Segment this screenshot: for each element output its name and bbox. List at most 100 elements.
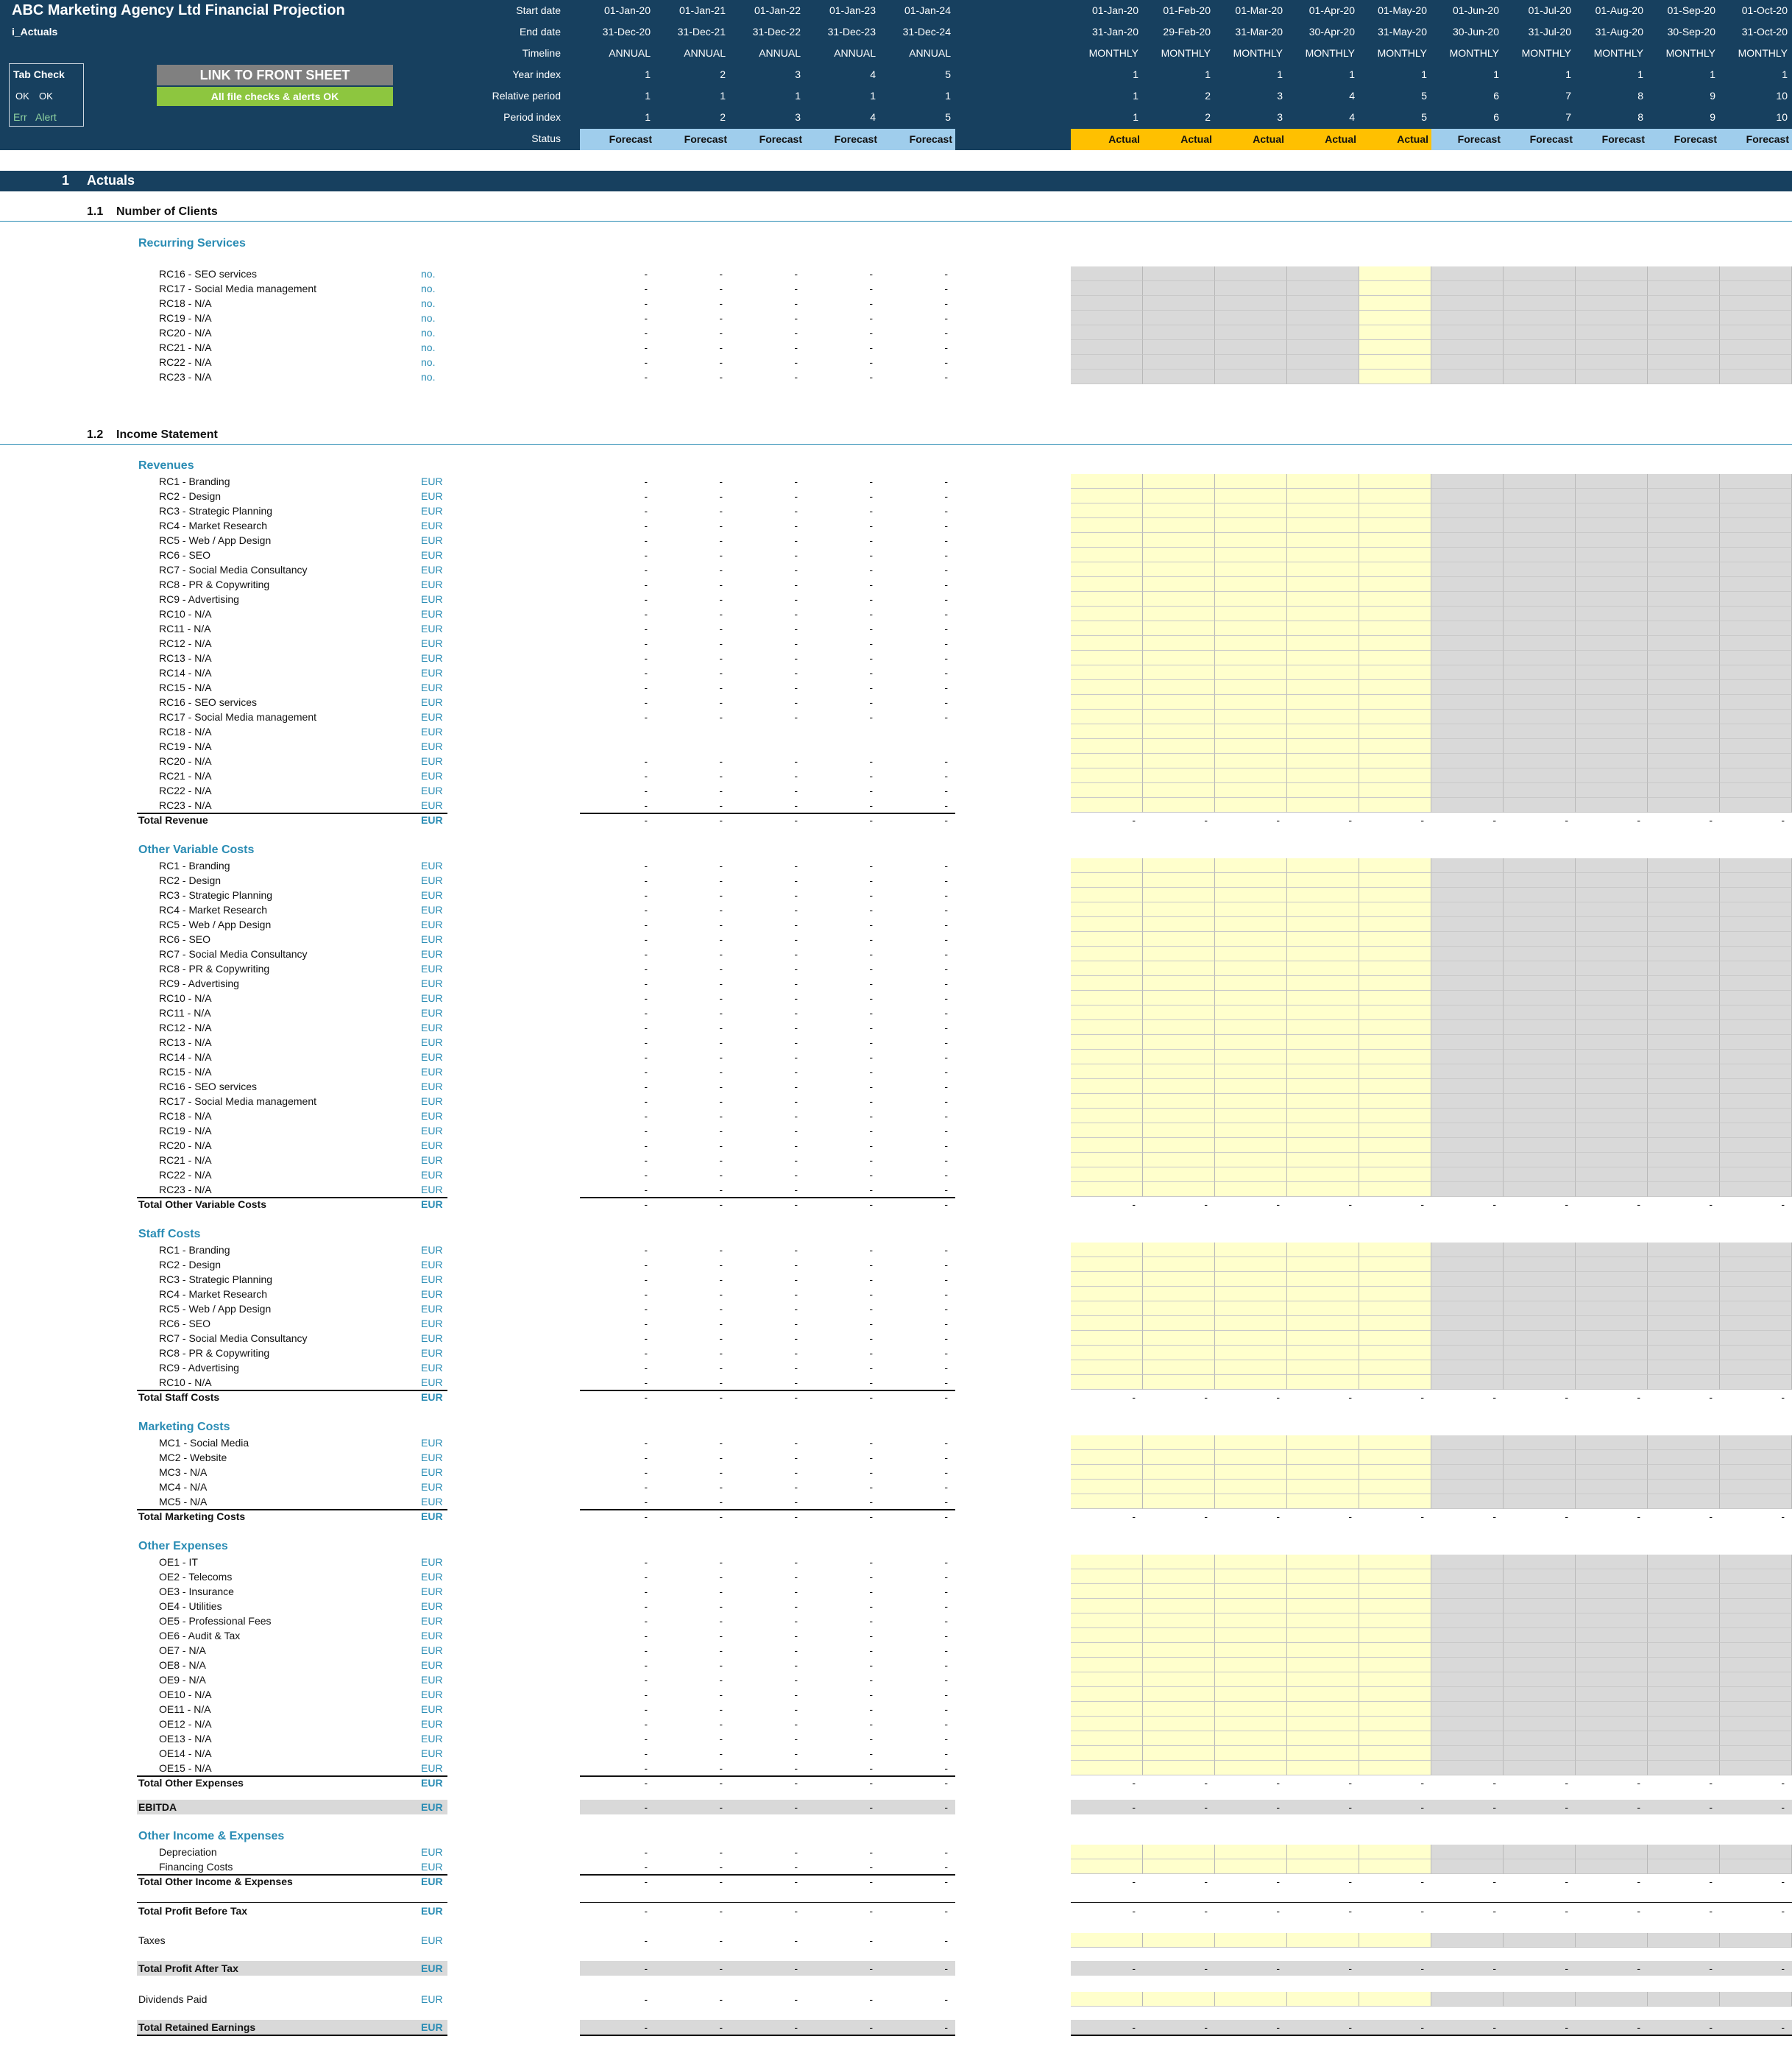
line-item-row-input-cell[interactable]	[1143, 873, 1215, 888]
line-item-row-input-cell[interactable]	[1359, 1243, 1431, 1257]
recurring-row-input-cell[interactable]	[1359, 311, 1431, 325]
line-item-row-input-cell[interactable]	[1143, 1569, 1215, 1584]
line-item-row-input-cell[interactable]	[1359, 474, 1431, 489]
line-item-row-input-cell[interactable]	[1576, 1123, 1648, 1138]
line-item-row-input-cell[interactable]	[1215, 1301, 1287, 1316]
line-item-row-input-cell[interactable]	[1215, 1153, 1287, 1167]
line-item-row-input-cell[interactable]	[1648, 577, 1720, 592]
line-item-row-input-cell[interactable]	[1287, 562, 1359, 577]
line-item-row-input-cell[interactable]	[1720, 548, 1792, 562]
line-item-row-input-cell[interactable]	[1143, 1731, 1215, 1746]
line-item-row-input-cell[interactable]	[1359, 888, 1431, 902]
line-item-row-input-cell[interactable]	[1648, 1584, 1720, 1599]
line-item-row-input-cell[interactable]	[1287, 1123, 1359, 1138]
line-item-row-input-cell[interactable]	[1071, 1628, 1143, 1643]
recurring-row-input-cell[interactable]	[1143, 340, 1215, 355]
line-item-row-input-cell[interactable]	[1215, 961, 1287, 976]
line-item-row-input-cell[interactable]	[1287, 1153, 1359, 1167]
line-item-row-input-cell[interactable]	[1720, 1672, 1792, 1687]
line-item-row-input-cell[interactable]	[1504, 1569, 1576, 1584]
line-item-row-input-cell[interactable]	[1359, 665, 1431, 680]
line-item-row-input-cell[interactable]	[1576, 1005, 1648, 1020]
line-item-row-input-cell[interactable]	[1576, 754, 1648, 768]
recurring-row-input-cell[interactable]	[1720, 325, 1792, 340]
line-item-row-input-cell[interactable]	[1071, 961, 1143, 976]
line-item-row-input-cell[interactable]	[1648, 1094, 1720, 1109]
other-ie-row-input-cell[interactable]	[1287, 1845, 1359, 1859]
line-item-row-input-cell[interactable]	[1648, 1035, 1720, 1050]
line-item-row-input-cell[interactable]	[1648, 518, 1720, 533]
line-item-row-input-cell[interactable]	[1071, 1614, 1143, 1628]
line-item-row-input-cell[interactable]	[1648, 1182, 1720, 1197]
line-item-row-input-cell[interactable]	[1143, 1050, 1215, 1064]
line-item-row-input-cell[interactable]	[1359, 858, 1431, 873]
line-item-row-input-cell[interactable]	[1215, 1584, 1287, 1599]
line-item-row-input-cell[interactable]	[1071, 607, 1143, 621]
line-item-row-input-cell[interactable]	[1648, 1375, 1720, 1390]
recurring-row-input-cell[interactable]	[1143, 296, 1215, 311]
line-item-row-input-cell[interactable]	[1143, 768, 1215, 783]
line-item-row-input-cell[interactable]	[1720, 1555, 1792, 1569]
line-item-row-input-cell[interactable]	[1720, 768, 1792, 783]
line-item-row-input-cell[interactable]	[1359, 783, 1431, 798]
recurring-row-input-cell[interactable]	[1215, 355, 1287, 370]
line-item-row-input-cell[interactable]	[1648, 680, 1720, 695]
line-item-row-input-cell[interactable]	[1431, 577, 1504, 592]
taxes-row-input-cell[interactable]	[1359, 1933, 1431, 1948]
line-item-row-input-cell[interactable]	[1431, 902, 1504, 917]
line-item-row-input-cell[interactable]	[1720, 680, 1792, 695]
line-item-row-input-cell[interactable]	[1215, 1435, 1287, 1450]
line-item-row-input-cell[interactable]	[1215, 798, 1287, 813]
line-item-row-input-cell[interactable]	[1576, 1182, 1648, 1197]
line-item-row-input-cell[interactable]	[1215, 1465, 1287, 1480]
line-item-row-input-cell[interactable]	[1215, 680, 1287, 695]
line-item-row-input-cell[interactable]	[1431, 1614, 1504, 1628]
line-item-row-input-cell[interactable]	[1648, 562, 1720, 577]
line-item-row-input-cell[interactable]	[1648, 1123, 1720, 1138]
line-item-row-input-cell[interactable]	[1504, 1465, 1576, 1480]
line-item-row-input-cell[interactable]	[1431, 607, 1504, 621]
line-item-row-input-cell[interactable]	[1143, 474, 1215, 489]
line-item-row-input-cell[interactable]	[1648, 1628, 1720, 1643]
line-item-row-input-cell[interactable]	[1287, 724, 1359, 739]
line-item-row-input-cell[interactable]	[1431, 1138, 1504, 1153]
line-item-row-input-cell[interactable]	[1359, 1584, 1431, 1599]
line-item-row-input-cell[interactable]	[1648, 1702, 1720, 1717]
line-item-row-input-cell[interactable]	[1648, 1109, 1720, 1123]
line-item-row-input-cell[interactable]	[1431, 858, 1504, 873]
taxes-row-input-cell[interactable]	[1720, 1933, 1792, 1948]
line-item-row-input-cell[interactable]	[1648, 1272, 1720, 1287]
line-item-row-input-cell[interactable]	[1576, 1599, 1648, 1614]
line-item-row-input-cell[interactable]	[1648, 798, 1720, 813]
line-item-row-input-cell[interactable]	[1071, 592, 1143, 607]
line-item-row-input-cell[interactable]	[1215, 489, 1287, 503]
other-ie-row-input-cell[interactable]	[1143, 1859, 1215, 1874]
line-item-row-input-cell[interactable]	[1143, 1672, 1215, 1687]
line-item-row-input-cell[interactable]	[1431, 1599, 1504, 1614]
line-item-row-input-cell[interactable]	[1143, 798, 1215, 813]
line-item-row-input-cell[interactable]	[1143, 1243, 1215, 1257]
line-item-row-input-cell[interactable]	[1215, 1628, 1287, 1643]
recurring-row-input-cell[interactable]	[1504, 355, 1576, 370]
dividends-row-input-cell[interactable]	[1215, 1992, 1287, 2007]
line-item-row-input-cell[interactable]	[1215, 1346, 1287, 1360]
line-item-row-input-cell[interactable]	[1648, 665, 1720, 680]
line-item-row-input-cell[interactable]	[1576, 651, 1648, 665]
line-item-row-input-cell[interactable]	[1287, 651, 1359, 665]
line-item-row-input-cell[interactable]	[1143, 1094, 1215, 1109]
line-item-row-input-cell[interactable]	[1143, 754, 1215, 768]
line-item-row-input-cell[interactable]	[1720, 1450, 1792, 1465]
line-item-row-input-cell[interactable]	[1359, 1272, 1431, 1287]
line-item-row-input-cell[interactable]	[1071, 858, 1143, 873]
line-item-row-input-cell[interactable]	[1720, 1243, 1792, 1257]
taxes-row-input-cell[interactable]	[1071, 1933, 1143, 1948]
line-item-row-input-cell[interactable]	[1576, 1480, 1648, 1494]
recurring-row-input-cell[interactable]	[1071, 296, 1143, 311]
line-item-row-input-cell[interactable]	[1071, 739, 1143, 754]
line-item-row-input-cell[interactable]	[1504, 1123, 1576, 1138]
line-item-row-input-cell[interactable]	[1720, 858, 1792, 873]
line-item-row-input-cell[interactable]	[1359, 1167, 1431, 1182]
line-item-row-input-cell[interactable]	[1071, 1316, 1143, 1331]
line-item-row-input-cell[interactable]	[1431, 976, 1504, 991]
line-item-row-input-cell[interactable]	[1215, 1094, 1287, 1109]
